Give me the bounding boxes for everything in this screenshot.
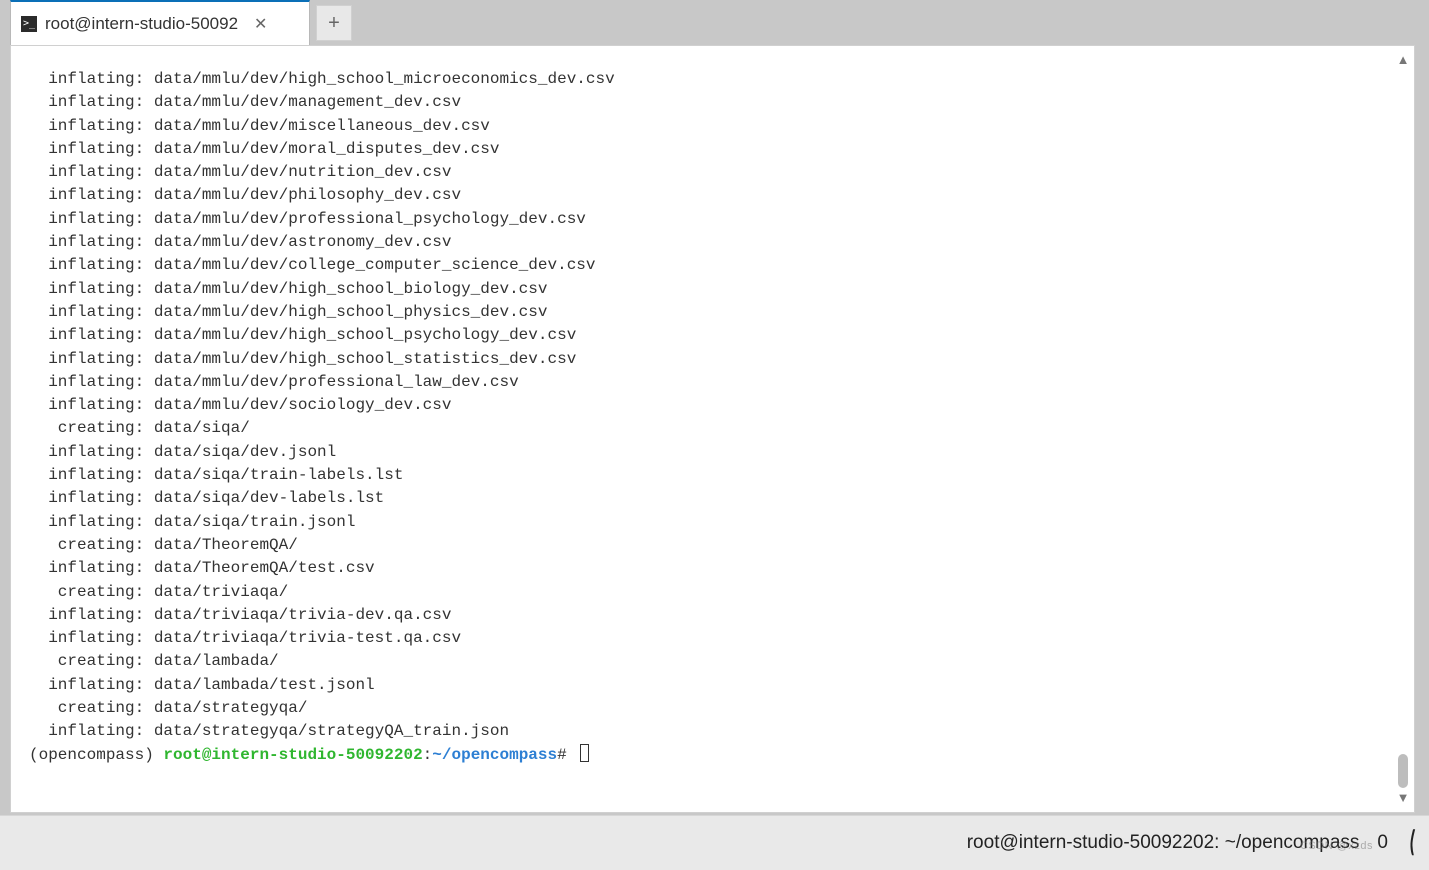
prompt-colon: :: [423, 746, 433, 764]
terminal-line: inflating: data/triviaqa/trivia-dev.qa.c…: [29, 604, 1392, 627]
cursor: [580, 744, 589, 762]
tab-strip: >_ root@intern-studio-50092 ✕ +: [0, 0, 1429, 45]
terminal-line: inflating: data/lambada/test.jsonl: [29, 674, 1392, 697]
terminal-line: inflating: data/mmlu/dev/professional_ps…: [29, 208, 1392, 231]
terminal-line: inflating: data/TheoremQA/test.csv: [29, 557, 1392, 580]
terminal-prompt[interactable]: (opencompass) root@intern-studio-5009220…: [29, 744, 1392, 767]
status-bar: root@intern-studio-50092202: ~/opencompa…: [0, 815, 1429, 870]
terminal-line: inflating: data/mmlu/dev/nutrition_dev.c…: [29, 161, 1392, 184]
terminal-line: inflating: data/triviaqa/trivia-test.qa.…: [29, 627, 1392, 650]
terminal-line: inflating: data/mmlu/dev/high_school_psy…: [29, 324, 1392, 347]
terminal-line: creating: data/siqa/: [29, 417, 1392, 440]
tab-terminal[interactable]: >_ root@intern-studio-50092 ✕: [10, 0, 310, 45]
terminal-line: creating: data/triviaqa/: [29, 581, 1392, 604]
scrollbar: ▲ ▼: [1394, 52, 1412, 806]
terminal-line: inflating: data/mmlu/dev/professional_la…: [29, 371, 1392, 394]
terminal-line: inflating: data/siqa/dev.jsonl: [29, 441, 1392, 464]
terminal-icon: >_: [21, 16, 37, 32]
scroll-track[interactable]: [1396, 68, 1410, 790]
bell-icon[interactable]: ⎝: [1406, 830, 1417, 856]
terminal-line: inflating: data/mmlu/dev/moral_disputes_…: [29, 138, 1392, 161]
terminal-line: inflating: data/siqa/train.jsonl: [29, 511, 1392, 534]
terminal-line: inflating: data/mmlu/dev/philosophy_dev.…: [29, 184, 1392, 207]
terminal-line: inflating: data/strategyqa/strategyQA_tr…: [29, 720, 1392, 743]
prompt-env: (opencompass): [29, 746, 163, 764]
prompt-separator: #: [557, 746, 576, 764]
terminal-line: inflating: data/mmlu/dev/high_school_phy…: [29, 301, 1392, 324]
terminal-line: inflating: data/siqa/train-labels.lst: [29, 464, 1392, 487]
terminal-line: creating: data/TheoremQA/: [29, 534, 1392, 557]
prompt-path: ~/opencompass: [432, 746, 557, 764]
terminal-line: inflating: data/mmlu/dev/high_school_mic…: [29, 68, 1392, 91]
terminal-line: inflating: data/siqa/dev-labels.lst: [29, 487, 1392, 510]
terminal-line: inflating: data/mmlu/dev/astronomy_dev.c…: [29, 231, 1392, 254]
scroll-down-button[interactable]: ▼: [1395, 790, 1411, 806]
status-count: 0: [1377, 832, 1388, 854]
plus-icon: +: [328, 12, 340, 35]
tab-title: root@intern-studio-50092: [45, 14, 238, 34]
close-icon[interactable]: ✕: [250, 12, 271, 36]
terminal-line: creating: data/lambada/: [29, 650, 1392, 673]
terminal-line: inflating: data/mmlu/dev/high_school_sta…: [29, 348, 1392, 371]
prompt-userhost: root@intern-studio-50092202: [163, 746, 422, 764]
app-window: >_ root@intern-studio-50092 ✕ + inflatin…: [0, 0, 1429, 870]
terminal-output[interactable]: inflating: data/mmlu/dev/high_school_mic…: [11, 46, 1392, 812]
scroll-up-button[interactable]: ▲: [1395, 52, 1411, 68]
terminal-line: creating: data/strategyqa/: [29, 697, 1392, 720]
new-tab-button[interactable]: +: [316, 5, 352, 41]
terminal-pane: inflating: data/mmlu/dev/high_school_mic…: [10, 45, 1415, 813]
terminal-line: inflating: data/mmlu/dev/management_dev.…: [29, 91, 1392, 114]
terminal-line: inflating: data/mmlu/dev/high_school_bio…: [29, 278, 1392, 301]
scroll-thumb[interactable]: [1398, 754, 1408, 788]
terminal-line: inflating: data/mmlu/dev/miscellaneous_d…: [29, 115, 1392, 138]
status-path-text: root@intern-studio-50092202: ~/opencompa…: [967, 832, 1360, 854]
terminal-line: inflating: data/mmlu/dev/sociology_dev.c…: [29, 394, 1392, 417]
terminal-line: inflating: data/mmlu/dev/college_compute…: [29, 254, 1392, 277]
